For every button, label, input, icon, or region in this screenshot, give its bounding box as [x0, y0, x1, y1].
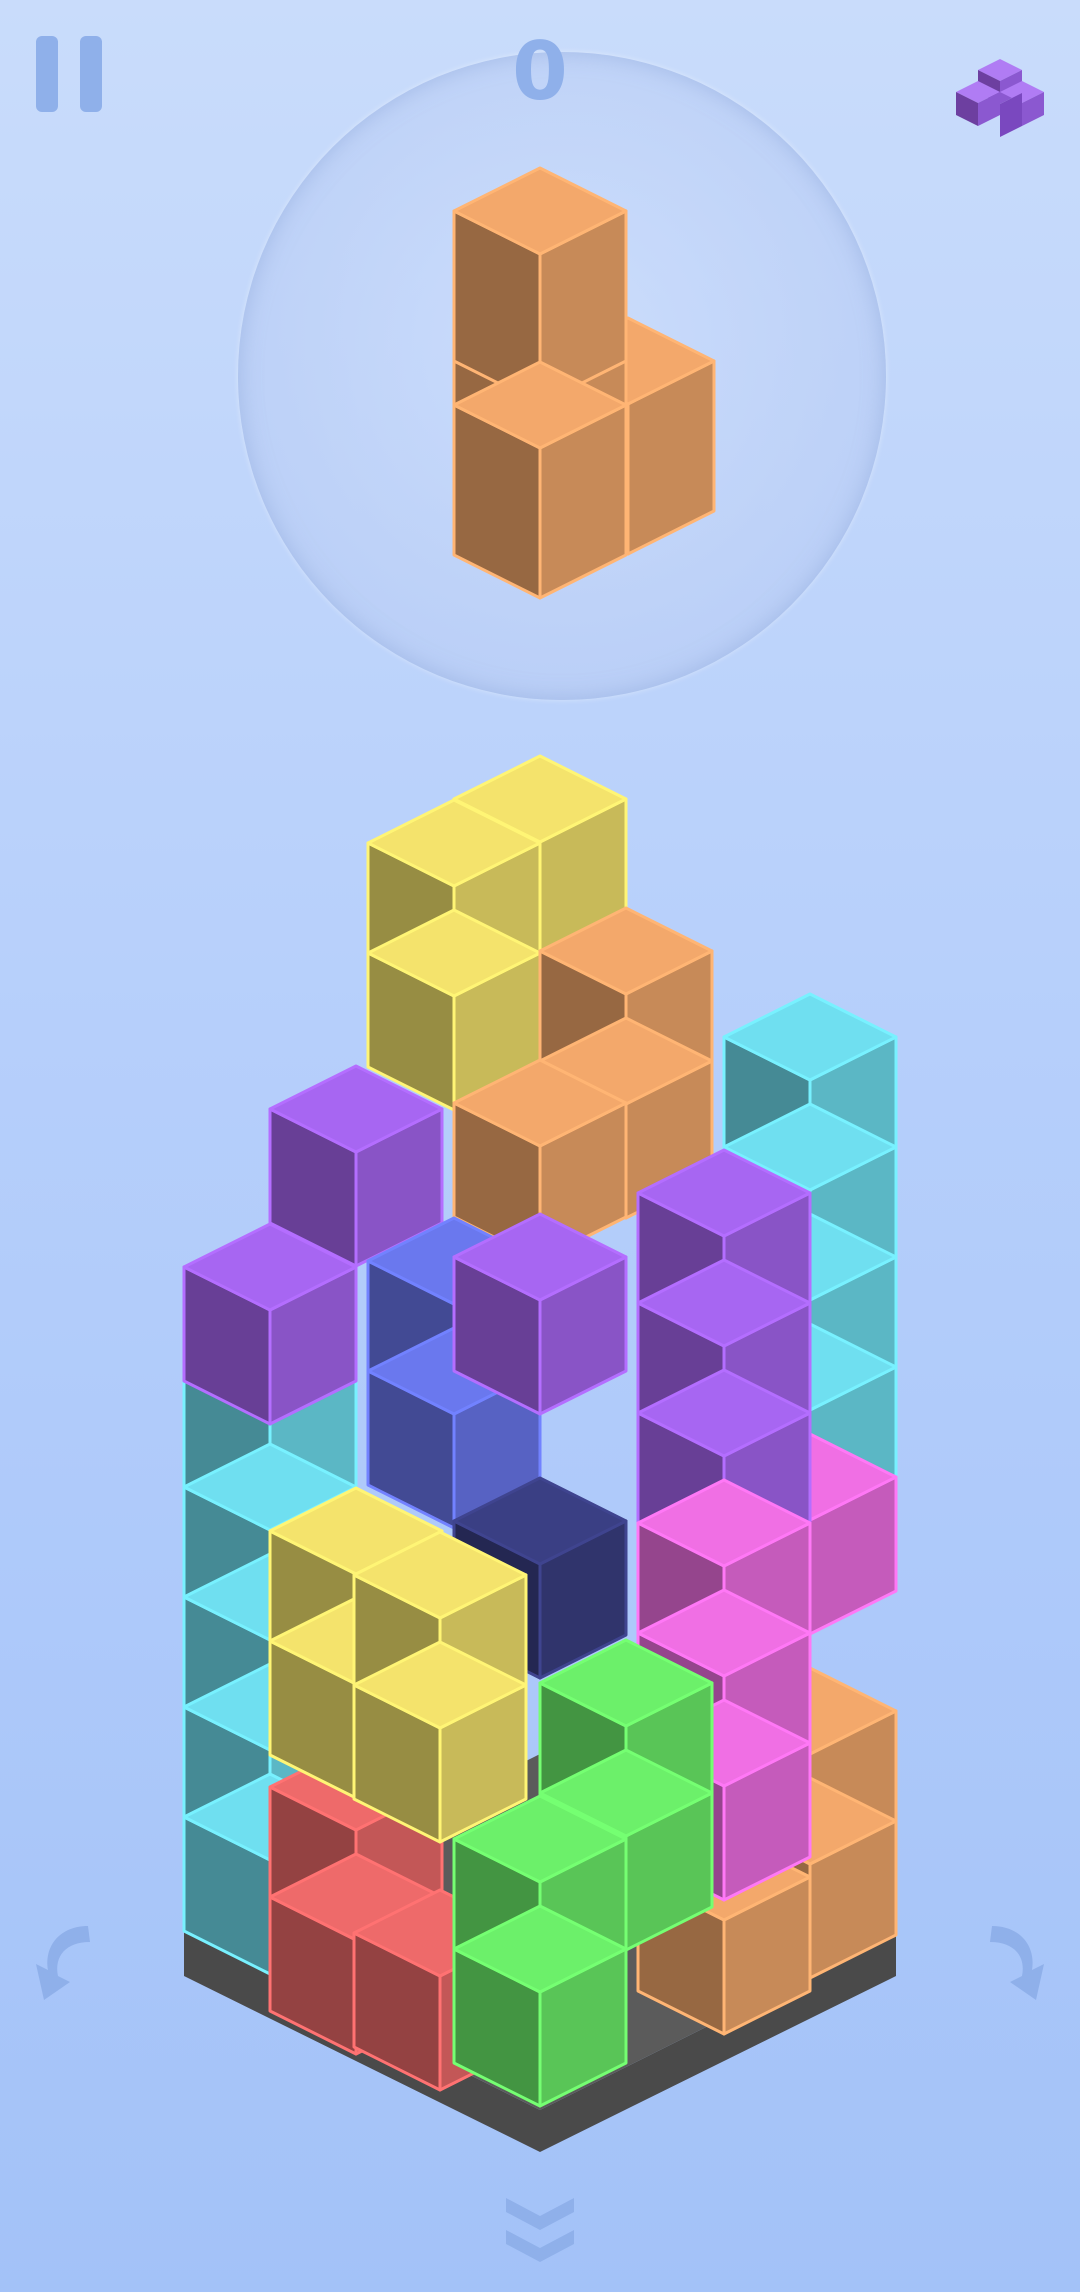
block-tower — [182, 754, 898, 2152]
double-chevron-down-icon — [506, 2198, 574, 2262]
preview-cube-3 — [452, 360, 628, 600]
falling-piece-preview — [452, 166, 716, 600]
rotate-left-arrow-icon — [36, 1926, 90, 2000]
tower-cube-purple-24 — [452, 1212, 628, 1416]
rotate-left-button[interactable] — [30, 1918, 110, 2008]
drop-button[interactable] — [500, 2190, 580, 2270]
game-scene — [182, 166, 898, 2152]
rotate-right-button[interactable] — [970, 1918, 1050, 2008]
tower-cube-green-41 — [452, 1904, 628, 2108]
rotate-right-arrow-icon — [990, 1926, 1044, 2000]
tower-cube-yellow-37 — [352, 1640, 528, 1844]
